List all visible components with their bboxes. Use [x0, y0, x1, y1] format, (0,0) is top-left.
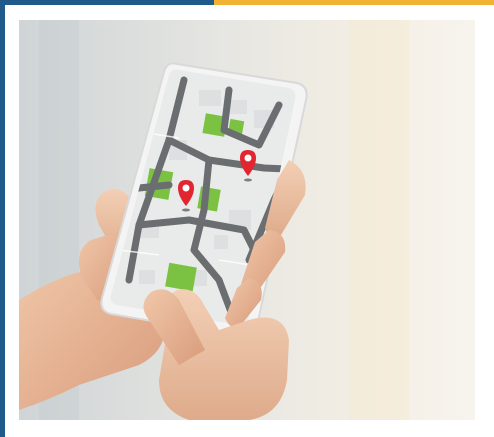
frame-left-border [0, 0, 5, 437]
photo [19, 20, 475, 420]
background-light-column [349, 20, 409, 420]
frame-top-bar-yellow [214, 0, 494, 5]
frame-top-bar-blue [0, 0, 214, 5]
image-frame [0, 0, 494, 437]
photo-illustration [19, 20, 475, 420]
